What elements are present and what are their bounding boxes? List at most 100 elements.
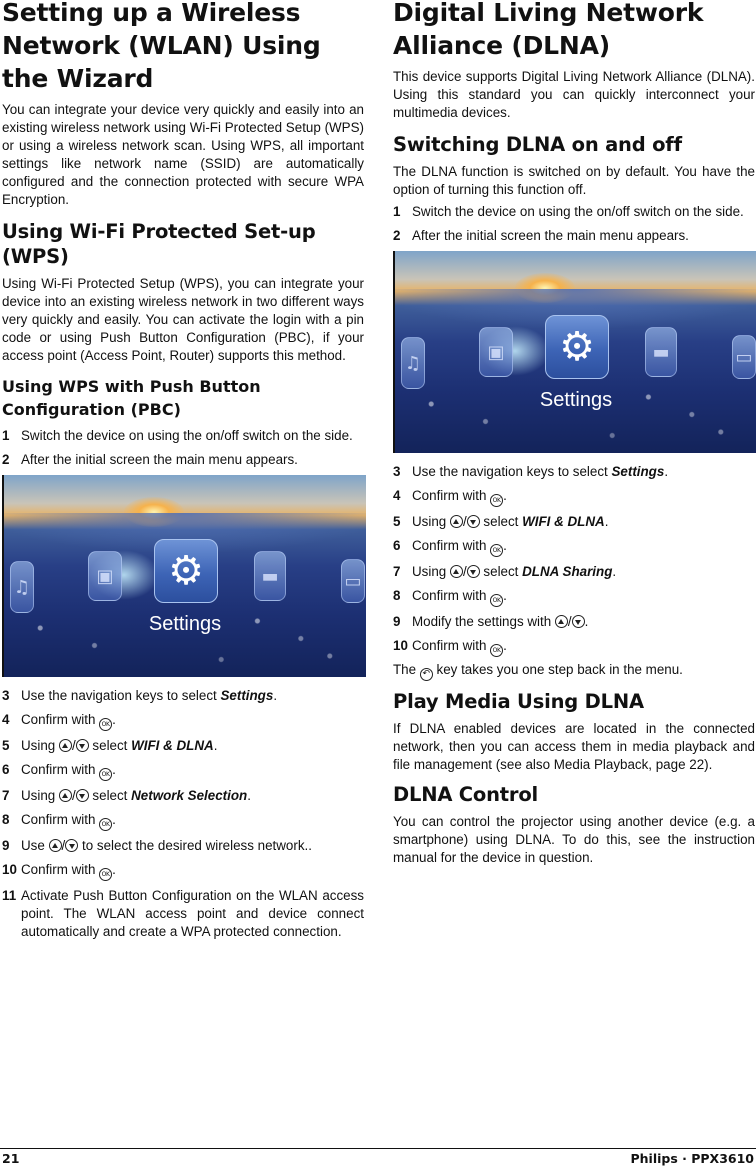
- main-menu-screenshot: ♫ ▣ ⚙ ▬ ▭ Settings: [393, 251, 756, 453]
- step-number: 3: [2, 688, 10, 703]
- section-title-dlna: Digital Living Network Alliance (DLNA): [393, 0, 704, 60]
- step-number: 11: [2, 888, 17, 903]
- step-text: .: [112, 812, 116, 827]
- step-text: Confirm with: [21, 712, 100, 727]
- step-item: 7 Using / select DLNA Sharing.: [393, 564, 617, 579]
- step-text: .: [503, 638, 507, 653]
- step-text: .: [584, 614, 589, 629]
- down-arrow-key-icon: [571, 615, 585, 628]
- heading-wps: Using Wi-Fi Protected Set-up (WPS): [2, 220, 316, 268]
- back-key-icon: ↶: [419, 668, 433, 681]
- step-item: 10 Confirm with OK.: [393, 637, 755, 657]
- step-item: 5 Using / select WIFI & DLNA.: [2, 738, 218, 753]
- settings-gear-icon: ⚙: [154, 539, 218, 603]
- step-number: 2: [393, 228, 401, 243]
- menu-item-name: Network Selection: [131, 788, 248, 803]
- down-arrow-key-icon: [466, 515, 480, 528]
- step-item: 2 After the initial screen the main menu …: [2, 451, 364, 469]
- step-item: 8 Confirm with OK.: [2, 811, 364, 831]
- step-text: .: [112, 862, 116, 877]
- step-text: Modify the settings with: [412, 614, 555, 629]
- step-text: Using: [21, 788, 59, 803]
- step-text: Activate Push Button Configuration on th…: [21, 888, 364, 939]
- step-text: Switch the device on using the on/off sw…: [412, 204, 744, 219]
- step-number: 3: [393, 464, 401, 479]
- down-arrow-key-icon: [75, 789, 89, 802]
- wlan-intro-paragraph: You can integrate your device very quick…: [2, 102, 364, 207]
- menu-item-name: Settings: [611, 464, 665, 479]
- main-menu-screenshot: ♫ ▣ ⚙ ▬ ▭ Settings: [2, 475, 366, 677]
- step-text: After the initial screen the main menu a…: [21, 452, 298, 467]
- menu-item-name: WIFI & DLNA: [522, 514, 605, 529]
- step-item: 3 Use the navigation keys to select Setti…: [393, 463, 755, 481]
- step-item: 10 Confirm with OK.: [2, 861, 364, 881]
- back-key-note: The ↶ key takes you one step back in the…: [393, 661, 755, 681]
- heading-switch-dlna: Switching DLNA on and off: [393, 133, 682, 156]
- step-text: select: [88, 738, 132, 753]
- left-column: Setting up a Wireless Network (WLAN) Usi…: [2, 0, 366, 947]
- heading-pbc: Using WPS with Push Button Configuration…: [2, 377, 261, 419]
- step-number: 7: [393, 564, 401, 579]
- page-number: 21: [2, 1151, 20, 1166]
- step-text: After the initial screen the main menu a…: [412, 228, 689, 243]
- step-item: 11 Activate Push Button Configuration on …: [2, 887, 364, 941]
- step-text: Use the navigation keys to select: [412, 464, 612, 479]
- up-arrow-key-icon: [554, 615, 568, 628]
- dlna-control-paragraph: You can control the projector using anot…: [393, 814, 755, 865]
- step-number: 6: [393, 538, 401, 553]
- step-number: 4: [393, 488, 401, 503]
- dlna-steps-start: 1 Switch the device on using the on/off s…: [393, 203, 755, 245]
- ok-key-icon: OK: [490, 544, 504, 557]
- step-text: .: [112, 762, 116, 777]
- step-text: .: [503, 588, 507, 603]
- step-number: 4: [2, 712, 10, 727]
- step-text: Confirm with: [412, 588, 491, 603]
- ok-key-icon: OK: [99, 868, 113, 881]
- play-media-paragraph: If DLNA enabled devices are located in t…: [393, 721, 755, 772]
- up-arrow-key-icon: [58, 789, 72, 802]
- step-number: 7: [2, 788, 10, 803]
- step-item: 4 Confirm with OK.: [2, 711, 364, 731]
- step-number: 6: [2, 762, 10, 777]
- ok-key-icon: OK: [490, 494, 504, 507]
- android-app-icon: ▣: [88, 551, 122, 601]
- step-number: 8: [393, 588, 401, 603]
- step-number: 1: [393, 204, 401, 219]
- music-icon: ♫: [401, 337, 425, 389]
- step-text: .: [112, 712, 116, 727]
- step-text: Confirm with: [21, 762, 100, 777]
- step-text: Confirm with: [21, 862, 100, 877]
- android-app-icon: ▣: [479, 327, 513, 377]
- pbc-steps-start: 1 Switch the device on using the on/off s…: [2, 427, 364, 469]
- folder-icon: ▬: [645, 327, 677, 377]
- step-text: .: [612, 564, 617, 579]
- step-item: 6 Confirm with OK.: [393, 537, 755, 557]
- music-icon: ♫: [10, 561, 34, 613]
- step-text: .: [213, 738, 218, 753]
- step-number: 5: [393, 514, 401, 529]
- step-text: Using: [412, 564, 450, 579]
- step-text: .: [503, 488, 507, 503]
- step-text: Confirm with: [412, 538, 491, 553]
- folder-icon: ▬: [254, 551, 286, 601]
- pbc-steps-main: 3 Use the navigation keys to select Setti…: [2, 687, 364, 941]
- settings-gear-icon: ⚙: [545, 315, 609, 379]
- step-text: Use: [21, 838, 49, 853]
- step-item: 7 Using / select Network Selection.: [2, 788, 251, 803]
- dlna-intro-paragraph: This device supports Digital Living Netw…: [393, 69, 755, 120]
- ok-key-icon: OK: [490, 594, 504, 607]
- up-arrow-key-icon: [449, 515, 463, 528]
- display-icon: ▭: [341, 559, 365, 603]
- down-arrow-key-icon: [75, 739, 89, 752]
- step-item: 1 Switch the device on using the on/off s…: [393, 203, 755, 221]
- brand-model: Philips · PPX3610: [630, 1151, 754, 1166]
- up-arrow-key-icon: [449, 565, 463, 578]
- step-item: 5 Using / select WIFI & DLNA.: [393, 514, 609, 529]
- step-number: 9: [393, 614, 401, 629]
- step-item: 2 After the initial screen the main menu …: [393, 227, 755, 245]
- step-text: Use the navigation keys to select: [21, 688, 221, 703]
- step-item: 9 Use / to select the desired wireless ne…: [2, 838, 312, 853]
- step-number: 9: [2, 838, 10, 853]
- step-text: select: [479, 564, 523, 579]
- right-column: Digital Living Network Alliance (DLNA) T…: [393, 0, 756, 871]
